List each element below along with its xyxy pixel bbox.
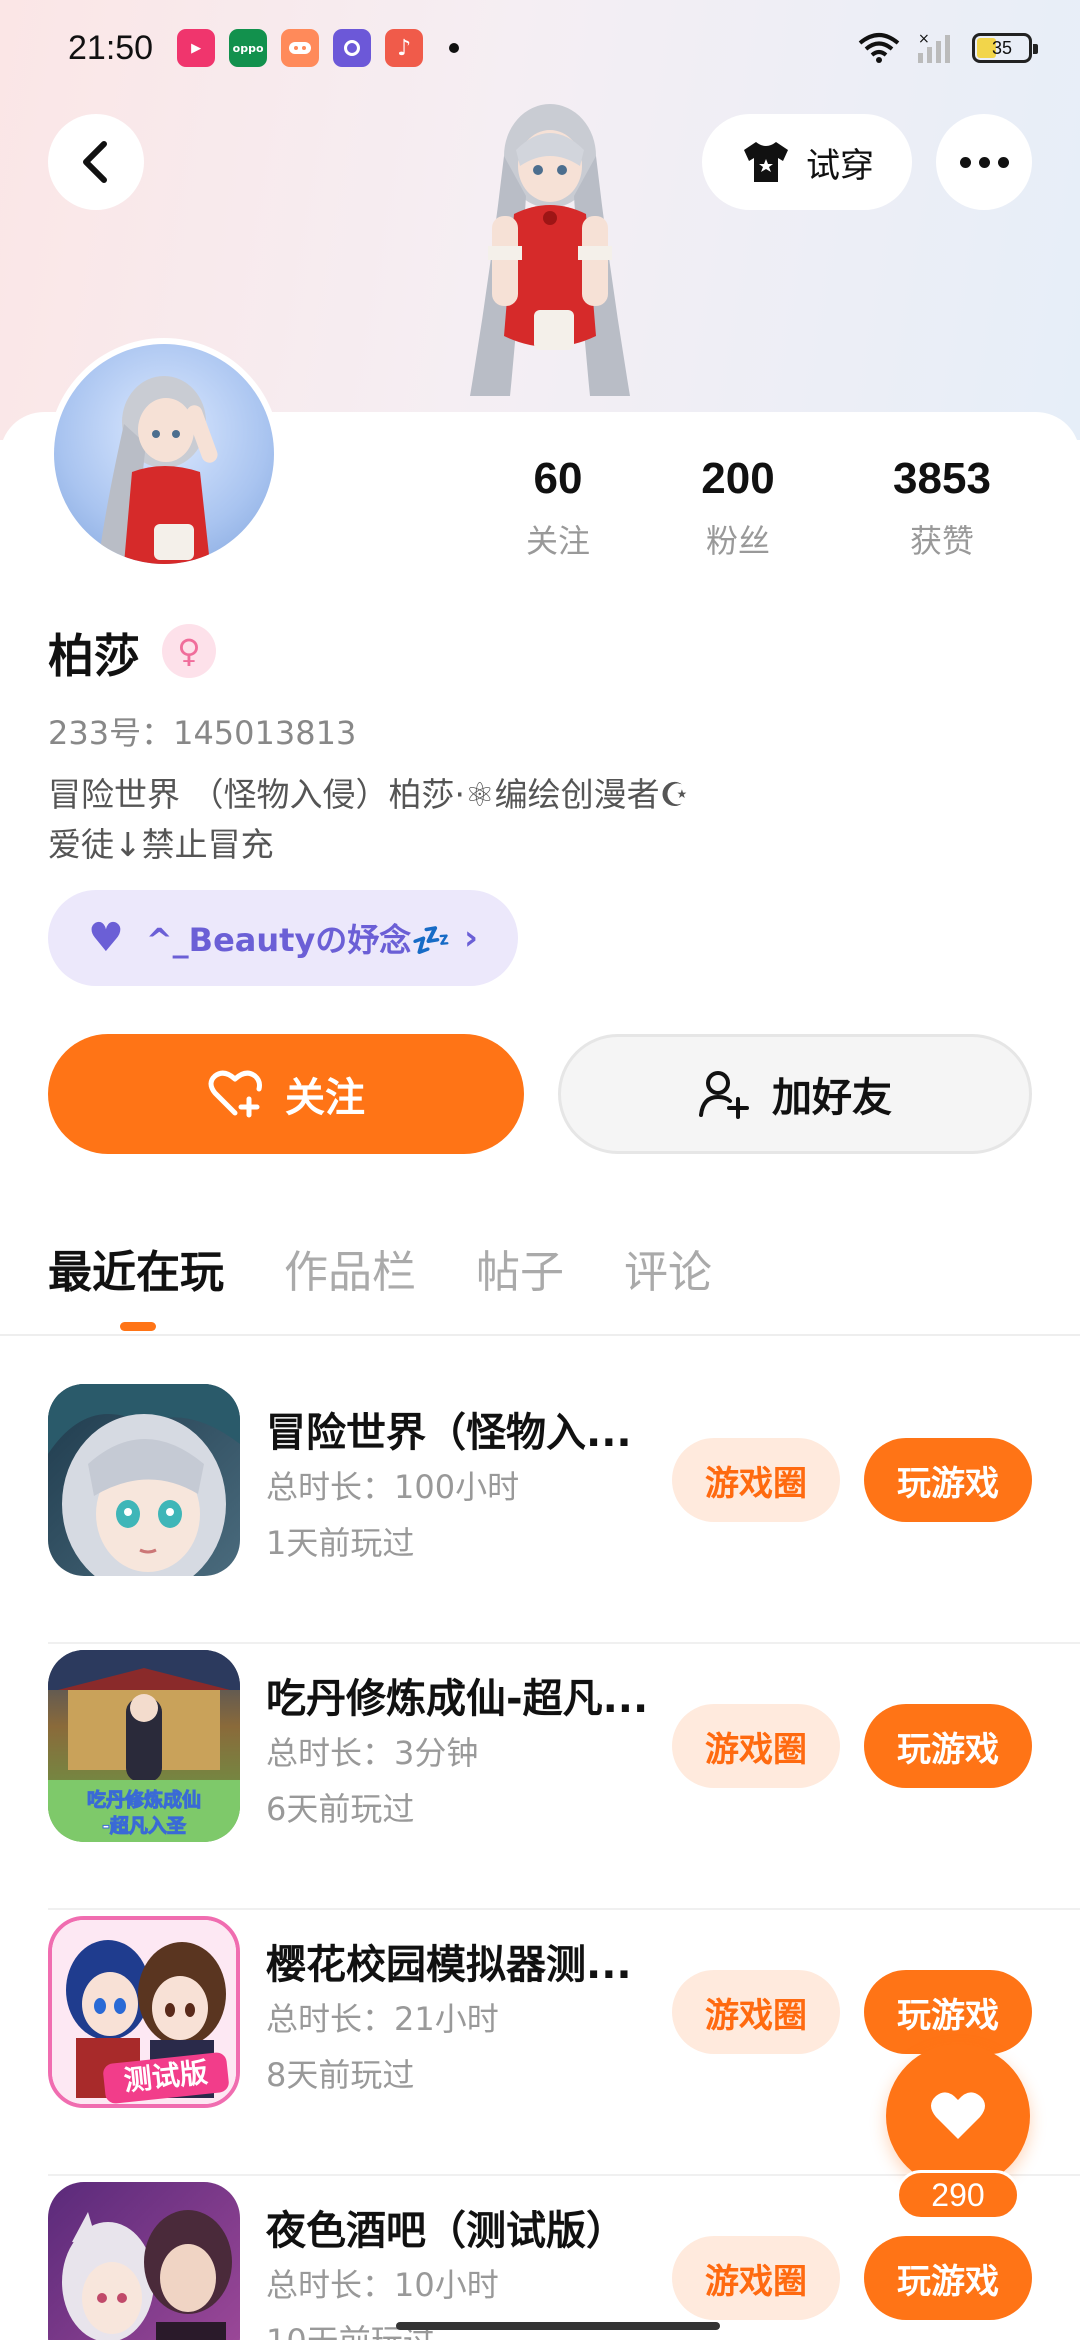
tab-recent-play[interactable]: 最近在玩 [48, 1236, 224, 1300]
add-user-icon [699, 1071, 749, 1119]
status-time: 21:50 [68, 28, 154, 67]
heart-plus-icon [208, 1070, 262, 1118]
play-game-button[interactable]: 玩游戏 [864, 1704, 1032, 1788]
game-icon[interactable] [48, 2182, 240, 2340]
tab-works[interactable]: 作品栏 [284, 1236, 416, 1300]
wifi-icon [858, 33, 900, 63]
stat-value: 200 [701, 454, 775, 503]
more-dot-icon [978, 156, 990, 168]
game-circle-button[interactable]: 游戏圈 [672, 1970, 840, 2054]
game-icon-text: -超凡入圣 [102, 1814, 187, 1837]
guild-pill[interactable]: ♥ ^_Beautyの妤念💤 › [48, 890, 518, 986]
tab-comments[interactable]: 评论 [624, 1236, 712, 1300]
video-app-icon: ▶ [177, 29, 216, 67]
add-friend-button[interactable]: 加好友 [558, 1034, 1032, 1154]
more-dot-icon [959, 156, 971, 168]
game-circle-button[interactable]: 游戏圈 [672, 1704, 840, 1788]
game-circle-button[interactable]: 游戏圈 [672, 2236, 840, 2320]
user-name: 柏莎 [48, 629, 140, 683]
game-duration: 总时长：100小时 [266, 1468, 520, 1506]
try-on-button[interactable]: 试穿 [702, 114, 912, 210]
game-duration: 总时长：3分钟 [266, 1734, 479, 1772]
oppo-app-icon: oppo [229, 29, 268, 67]
follow-button[interactable]: 关注 [48, 1034, 524, 1154]
stat-likes[interactable]: 3853 获赞 [840, 454, 1044, 562]
game-row[interactable]: 冒险世界（怪物入... 总时长：100小时 1天前玩过 游戏圈 玩游戏 [0, 1378, 1080, 1644]
game-duration: 总时长：21小时 [266, 2000, 499, 2038]
play-game-button[interactable]: 玩游戏 [864, 1438, 1032, 1522]
play-game-button[interactable]: 玩游戏 [864, 1970, 1032, 2054]
circle-app-icon [333, 29, 372, 67]
game-row[interactable]: 吃丹修炼成仙 -超凡入圣 吃丹修炼成仙-超凡... 总时长：3分钟 6天前玩过 … [0, 1644, 1080, 1910]
status-right: × 35 [858, 31, 1038, 65]
game-last-played: 1天前玩过 [266, 1524, 415, 1562]
game-last-played: 8天前玩过 [266, 2056, 415, 2094]
stat-label: 粉丝 [705, 522, 770, 560]
female-gender-icon: ♀ [162, 624, 216, 678]
tab-indicator [120, 1322, 156, 1331]
guild-name: ^_Beautyの妤念💤 [145, 921, 452, 959]
more-options-button[interactable] [936, 114, 1032, 210]
heart-icon: ♥ [88, 915, 124, 961]
avatar-figure-art [470, 104, 630, 396]
chevron-right-icon: › [463, 918, 478, 958]
game-title: 樱花校园模拟器测... [266, 1942, 632, 1988]
game-icon[interactable]: 吃丹修炼成仙 -超凡入圣 [48, 1650, 240, 1842]
stat-label: 关注 [525, 522, 590, 560]
avatar[interactable] [48, 338, 280, 570]
svg-text:×: × [918, 31, 930, 47]
user-bio: 冒险世界 （怪物入侵）柏莎·⚛编绘创漫者☪ 爱徒↓禁止冒充 [48, 770, 948, 870]
heart-icon [931, 2092, 985, 2139]
game-title: 夜色酒吧（测试版） [266, 2208, 626, 2254]
profile-stats: 60 关注 200 粉丝 3853 获赞 [480, 454, 1060, 562]
tshirt-icon [744, 142, 788, 182]
battery-level: 35 [991, 37, 1013, 58]
status-bar: 21:50 ▶ oppo ♪ × 35 [0, 0, 1080, 96]
battery-indicator: 35 [972, 33, 1038, 63]
game-last-played: 6天前玩过 [266, 1790, 415, 1828]
stat-label: 获赞 [909, 522, 974, 560]
try-on-label: 试穿 [806, 145, 874, 186]
like-button[interactable] [886, 2044, 1030, 2188]
game-icon[interactable]: 测试版 [48, 1916, 240, 2108]
like-count: 290 [896, 2170, 1020, 2220]
bio-line: 爱徒↓禁止冒充 [48, 825, 274, 864]
back-button[interactable] [48, 114, 144, 210]
stat-value: 60 [533, 454, 583, 503]
game-app-icon [281, 29, 320, 67]
game-icon[interactable] [48, 1384, 240, 1576]
notification-dot [449, 43, 460, 53]
add-friend-label: 加好友 [772, 1075, 892, 1121]
divider [0, 1334, 1080, 1336]
home-indicator[interactable] [396, 2322, 720, 2330]
music-app-icon: ♪ [385, 29, 424, 67]
game-title: 吃丹修炼成仙-超凡... [266, 1676, 646, 1722]
game-circle-button[interactable]: 游戏圈 [672, 1438, 840, 1522]
game-icon-text: 吃丹修炼成仙 [87, 1788, 201, 1811]
game-duration: 总时长：10小时 [266, 2266, 499, 2304]
stat-following[interactable]: 60 关注 [480, 454, 636, 562]
play-game-button[interactable]: 玩游戏 [864, 2236, 1032, 2320]
stat-fans[interactable]: 200 粉丝 [636, 454, 840, 562]
user-id: 233号：145013813 [48, 714, 357, 752]
bio-line: 冒险世界 （怪物入侵）柏莎·⚛编绘创漫者☪ [48, 775, 690, 814]
tab-posts[interactable]: 帖子 [476, 1236, 564, 1300]
chevron-left-icon [83, 141, 107, 183]
signal-icon: × [918, 31, 950, 63]
stat-value: 3853 [893, 454, 991, 503]
profile-tabs: 最近在玩 作品栏 帖子 评论 [48, 1236, 772, 1300]
game-title: 冒险世界（怪物入... [266, 1410, 632, 1456]
more-dot-icon [997, 156, 1009, 168]
follow-label: 关注 [285, 1075, 365, 1121]
